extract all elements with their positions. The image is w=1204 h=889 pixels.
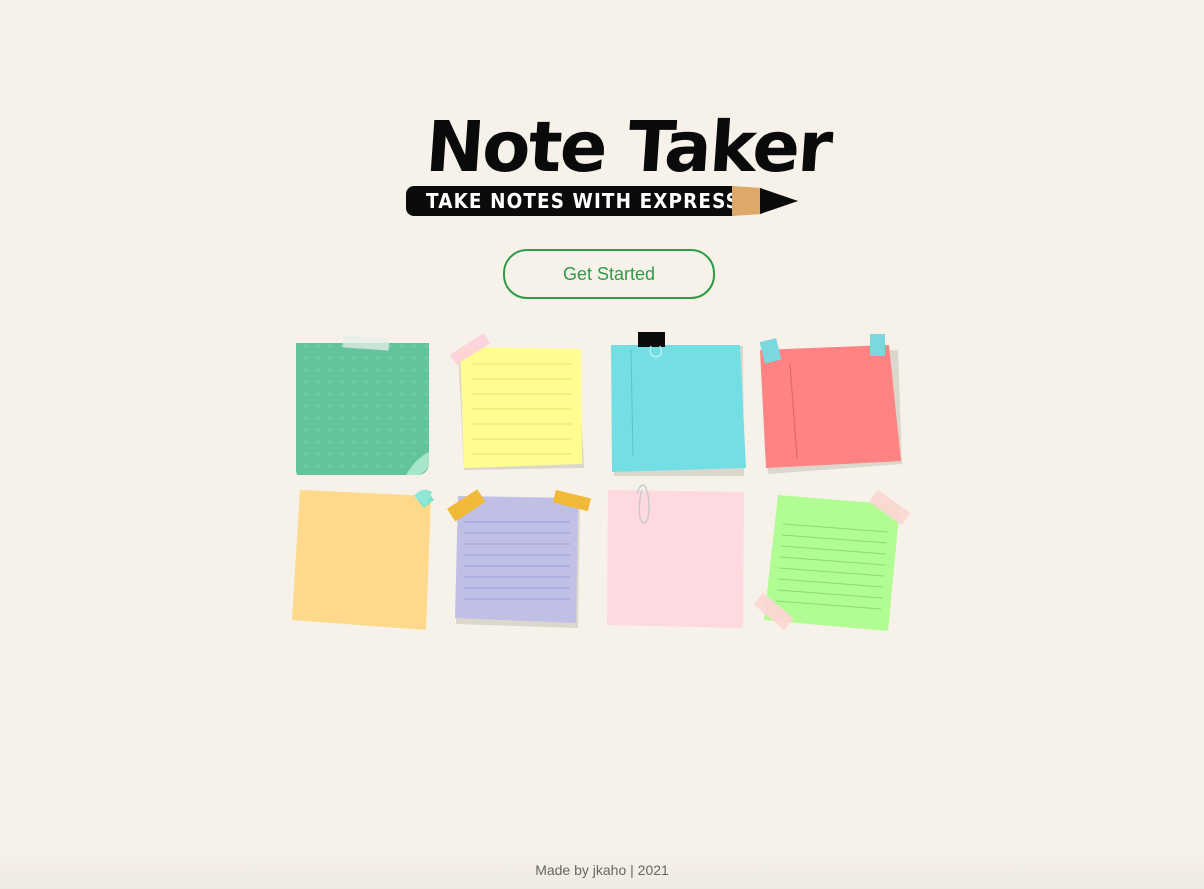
footer-credit: Made by jkaho | 2021 [535, 862, 669, 878]
sticky-note-yellow [449, 333, 584, 470]
logo-title: Note Taker [423, 106, 834, 188]
landing-page: Note Taker TAKE NOTES WITH EXPRESS Get S… [0, 0, 1204, 889]
sticky-note-cyan [611, 332, 746, 476]
sticky-note-purple [447, 489, 591, 628]
note-taker-logo: Note Taker TAKE NOTES WITH EXPRESS [404, 106, 833, 220]
pencil-tip-icon [732, 186, 798, 216]
sticky-note-orange [292, 489, 434, 630]
logo-tagline: TAKE NOTES WITH EXPRESS [426, 189, 740, 213]
sticky-note-lime [753, 489, 911, 631]
sticky-notes-illustration [292, 332, 911, 631]
pencil-banner: TAKE NOTES WITH EXPRESS [404, 186, 800, 216]
sticky-note-red [759, 334, 902, 474]
pencil-body: TAKE NOTES WITH EXPRESS [406, 186, 739, 216]
sticky-note-pink [607, 484, 744, 628]
sticky-note-green [296, 335, 429, 475]
get-started-button[interactable]: Get Started [503, 249, 715, 299]
